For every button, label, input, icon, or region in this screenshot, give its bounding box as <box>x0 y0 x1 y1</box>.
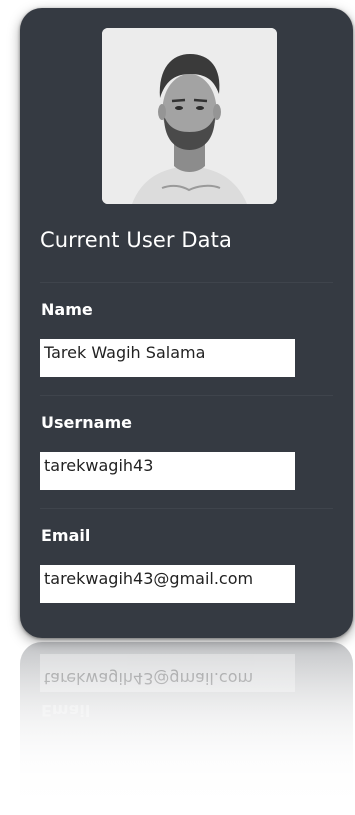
user-photo-icon <box>102 28 277 204</box>
card-reflection: Email tarekwagih43@gmail.com <box>20 642 353 812</box>
username-label: Username <box>41 413 132 432</box>
page: Current User Data Name Tarek Wagih Salam… <box>0 0 355 815</box>
user-card: Current User Data Name Tarek Wagih Salam… <box>20 8 353 638</box>
card-title: Current User Data <box>40 228 232 252</box>
email-label: Email <box>41 526 91 545</box>
name-label: Name <box>41 300 93 319</box>
name-field[interactable]: Tarek Wagih Salama <box>40 339 295 377</box>
reflection-fade <box>20 642 353 812</box>
divider <box>40 395 333 396</box>
divider <box>40 282 333 283</box>
user-photo <box>102 28 277 204</box>
email-field[interactable]: tarekwagih43@gmail.com <box>40 565 295 603</box>
username-field[interactable]: tarekwagih43 <box>40 452 295 490</box>
divider <box>40 508 333 509</box>
